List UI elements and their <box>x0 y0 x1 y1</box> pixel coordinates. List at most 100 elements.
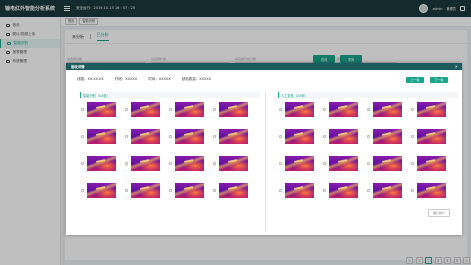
select-checkbox[interactable] <box>125 135 128 138</box>
thermal-image-thumbnail[interactable] <box>175 183 204 198</box>
select-checkbox[interactable] <box>367 189 370 192</box>
image-card[interactable] <box>124 155 168 182</box>
thermal-image-thumbnail[interactable] <box>131 183 160 198</box>
select-checkbox[interactable] <box>279 135 282 138</box>
image-card[interactable] <box>168 101 212 128</box>
image-card[interactable] <box>322 101 366 128</box>
thermal-image-thumbnail[interactable] <box>373 129 402 144</box>
thermal-image-thumbnail[interactable] <box>131 102 160 117</box>
select-checkbox[interactable] <box>411 135 414 138</box>
image-card[interactable] <box>410 155 454 182</box>
next-record-button[interactable]: 下一条 <box>430 77 448 83</box>
select-checkbox[interactable] <box>367 108 370 111</box>
thermal-image-thumbnail[interactable] <box>87 183 116 198</box>
image-card[interactable] <box>410 128 454 155</box>
thermal-image-thumbnail[interactable] <box>329 156 358 171</box>
thermal-image-thumbnail[interactable] <box>285 156 314 171</box>
image-card[interactable] <box>80 128 124 155</box>
image-card[interactable] <box>366 155 410 182</box>
image-card[interactable] <box>278 101 322 128</box>
thermal-image-thumbnail[interactable] <box>417 102 446 117</box>
select-checkbox[interactable] <box>213 135 216 138</box>
select-checkbox[interactable] <box>323 162 326 165</box>
image-card[interactable] <box>212 101 256 128</box>
select-checkbox[interactable] <box>81 108 84 111</box>
select-checkbox[interactable] <box>279 108 282 111</box>
select-checkbox[interactable] <box>125 108 128 111</box>
thermal-image-thumbnail[interactable] <box>219 156 248 171</box>
select-checkbox[interactable] <box>213 162 216 165</box>
select-checkbox[interactable] <box>125 162 128 165</box>
thermal-image-thumbnail[interactable] <box>87 129 116 144</box>
thermal-image-thumbnail[interactable] <box>131 156 160 171</box>
thermal-image-thumbnail[interactable] <box>417 129 446 144</box>
image-card[interactable] <box>278 155 322 182</box>
image-card[interactable] <box>168 155 212 182</box>
select-checkbox[interactable] <box>169 135 172 138</box>
image-card[interactable] <box>80 101 124 128</box>
image-card[interactable] <box>366 182 410 209</box>
image-card[interactable] <box>278 128 322 155</box>
thermal-image-thumbnail[interactable] <box>219 102 248 117</box>
select-checkbox[interactable] <box>323 189 326 192</box>
image-card[interactable] <box>212 155 256 182</box>
thermal-image-thumbnail[interactable] <box>219 183 248 198</box>
thermal-image-thumbnail[interactable] <box>373 102 402 117</box>
select-checkbox[interactable] <box>279 189 282 192</box>
thermal-image-thumbnail[interactable] <box>373 183 402 198</box>
image-card[interactable] <box>124 128 168 155</box>
close-icon[interactable]: × <box>455 64 458 69</box>
thermal-image-thumbnail[interactable] <box>285 102 314 117</box>
select-checkbox[interactable] <box>213 189 216 192</box>
thermal-image-thumbnail[interactable] <box>87 156 116 171</box>
image-card[interactable] <box>124 182 168 209</box>
image-card[interactable] <box>410 101 454 128</box>
thermal-image-thumbnail[interactable] <box>285 129 314 144</box>
image-card[interactable] <box>168 128 212 155</box>
select-checkbox[interactable] <box>213 108 216 111</box>
image-card[interactable] <box>124 101 168 128</box>
select-checkbox[interactable] <box>367 135 370 138</box>
image-card[interactable] <box>322 128 366 155</box>
image-card[interactable] <box>212 128 256 155</box>
select-checkbox[interactable] <box>323 135 326 138</box>
thermal-image-thumbnail[interactable] <box>175 129 204 144</box>
image-card[interactable] <box>278 182 322 209</box>
prev-record-button[interactable]: 上一条 <box>406 77 424 83</box>
thermal-image-thumbnail[interactable] <box>87 102 116 117</box>
thermal-image-thumbnail[interactable] <box>417 156 446 171</box>
select-checkbox[interactable] <box>125 189 128 192</box>
image-card[interactable] <box>410 182 454 209</box>
thermal-image-thumbnail[interactable] <box>131 129 160 144</box>
image-card[interactable] <box>366 128 410 155</box>
select-checkbox[interactable] <box>169 162 172 165</box>
image-card[interactable] <box>366 101 410 128</box>
select-checkbox[interactable] <box>411 189 414 192</box>
image-card[interactable] <box>322 182 366 209</box>
image-card[interactable] <box>80 182 124 209</box>
confirm-statistics-button[interactable]: 确认统计 <box>428 209 450 217</box>
thermal-image-thumbnail[interactable] <box>329 183 358 198</box>
select-checkbox[interactable] <box>411 162 414 165</box>
thermal-image-thumbnail[interactable] <box>219 129 248 144</box>
select-checkbox[interactable] <box>367 162 370 165</box>
thermal-image-thumbnail[interactable] <box>373 156 402 171</box>
thermal-image-thumbnail[interactable] <box>329 129 358 144</box>
select-checkbox[interactable] <box>279 162 282 165</box>
image-card[interactable] <box>212 182 256 209</box>
thermal-image-thumbnail[interactable] <box>329 102 358 117</box>
thermal-image-thumbnail[interactable] <box>417 183 446 198</box>
thermal-image-thumbnail[interactable] <box>175 156 204 171</box>
thermal-image-thumbnail[interactable] <box>175 102 204 117</box>
select-checkbox[interactable] <box>169 189 172 192</box>
select-checkbox[interactable] <box>81 189 84 192</box>
select-checkbox[interactable] <box>169 108 172 111</box>
select-checkbox[interactable] <box>411 108 414 111</box>
thermal-image-thumbnail[interactable] <box>285 183 314 198</box>
image-card[interactable] <box>168 182 212 209</box>
image-card[interactable] <box>322 155 366 182</box>
image-card[interactable] <box>80 155 124 182</box>
select-checkbox[interactable] <box>81 135 84 138</box>
select-checkbox[interactable] <box>323 108 326 111</box>
select-checkbox[interactable] <box>81 162 84 165</box>
